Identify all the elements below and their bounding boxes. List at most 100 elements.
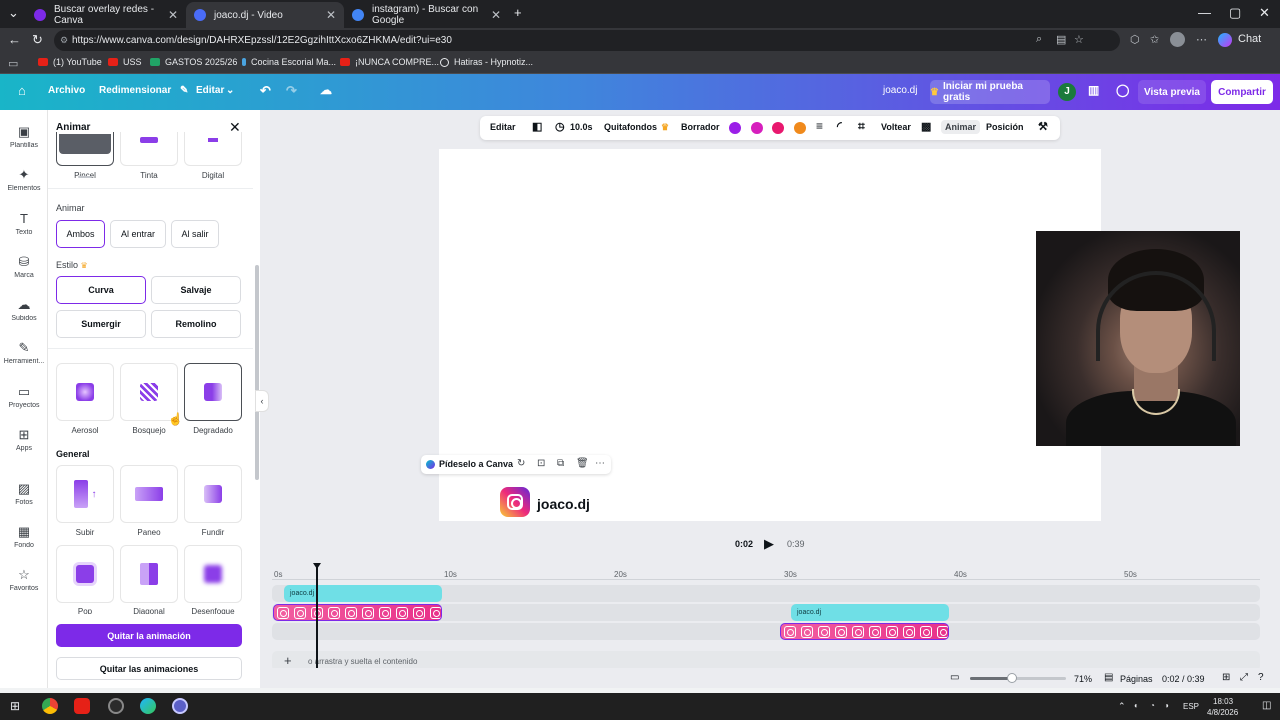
clock-time[interactable]: 18:03	[1213, 697, 1233, 706]
line-weight-icon[interactable]: ≡	[816, 119, 823, 133]
notifications-icon[interactable]: ◫	[1262, 700, 1271, 711]
play-icon[interactable]: ▶	[764, 536, 774, 552]
reload-icon[interactable]: ↻	[32, 32, 43, 48]
trash-icon[interactable]: 🗑	[576, 458, 589, 469]
text-clip-1[interactable]: joaco.dj	[284, 585, 442, 602]
anim-tile-subir[interactable]: ↑	[56, 465, 114, 523]
grid-view-icon[interactable]: ⊞	[1222, 672, 1230, 683]
archivo-menu[interactable]: Archivo	[48, 85, 85, 96]
crop-icon[interactable]: ⌗	[858, 119, 865, 134]
color-swatch-magenta[interactable]	[751, 122, 763, 134]
browser-tab-1[interactable]: Buscar overlay redes - Canva ✕	[26, 2, 186, 28]
more-menu-icon[interactable]: ⋯	[1196, 33, 1207, 46]
pages-button[interactable]: Páginas	[1120, 674, 1153, 684]
wifi-icon[interactable]: ◔	[1150, 701, 1155, 710]
animate-out-option[interactable]: Al salir	[171, 220, 219, 248]
rail-templates[interactable]: ▣ Plantillas	[0, 124, 48, 149]
chevron-down-icon[interactable]: ⌄	[226, 85, 234, 96]
anim-tile-tinta[interactable]	[120, 132, 178, 166]
back-arrow-icon[interactable]: ←	[8, 32, 21, 47]
remove-all-animations-button[interactable]: Quitar las animaciones	[56, 657, 242, 680]
style-remolino-option[interactable]: Remolino	[151, 310, 241, 338]
anim-tile-aerosol[interactable]	[56, 363, 114, 421]
anim-tile-pincel[interactable]	[56, 132, 114, 166]
maximize-icon[interactable]: ▢	[1229, 5, 1241, 21]
timeline-ruler[interactable]	[272, 566, 1260, 580]
refresh-icon[interactable]: ↻	[517, 458, 525, 469]
edge-icon[interactable]	[140, 698, 156, 714]
close-tab-icon[interactable]: ✕	[491, 8, 501, 22]
ask-canva-button[interactable]: Pídeselo a Canva	[439, 459, 513, 469]
zoom-lens-icon[interactable]: ⌕	[1036, 33, 1042, 46]
url-field[interactable]: ⚙ https://www.canva.com/design/DAHRXEpzs…	[54, 30, 1120, 51]
help-icon[interactable]: ?	[1258, 672, 1264, 683]
rail-apps[interactable]: ⊞ Apps	[0, 427, 48, 452]
style-sumergir-option[interactable]: Sumergir	[56, 310, 146, 338]
obs-icon[interactable]	[108, 698, 124, 714]
user-avatar[interactable]: J	[1058, 83, 1076, 101]
style-curva-option[interactable]: Curva	[56, 276, 146, 304]
insights-chart-icon[interactable]: ▥	[1088, 83, 1099, 97]
preview-button[interactable]: Vista previa	[1138, 80, 1206, 104]
language-indicator[interactable]: ESP	[1183, 702, 1199, 711]
rail-tools[interactable]: ✎ Herramient...	[0, 340, 48, 365]
favorites-icon[interactable]: ✩	[1150, 33, 1159, 46]
crop-panel-icon[interactable]: ◧	[532, 120, 542, 133]
bookmark-gastos[interactable]: GASTOS 2025/26	[150, 57, 237, 67]
rail-photos[interactable]: ▨ Fotos	[0, 481, 48, 506]
zoom-level[interactable]: 71%	[1074, 674, 1092, 684]
fullscreen-icon[interactable]: ⤢	[1240, 672, 1248, 683]
eraser-button[interactable]: Borrador	[681, 122, 720, 132]
anim-tile-paneo[interactable]	[120, 465, 178, 523]
rail-elements[interactable]: ✦ Elementos	[0, 167, 48, 192]
chat-label[interactable]: Chat	[1238, 33, 1261, 45]
bg-remover-button[interactable]: Quitafondos	[604, 122, 657, 132]
position-button[interactable]: Posición	[986, 122, 1024, 132]
corner-rounding-icon[interactable]: ◜	[837, 119, 842, 133]
instagram-logo-icon[interactable]	[500, 487, 530, 517]
youtube-app-icon[interactable]	[74, 698, 90, 714]
color-swatch-purple[interactable]	[729, 122, 741, 134]
instagram-handle-text[interactable]: joaco.dj	[537, 496, 590, 512]
copilot-icon[interactable]	[1218, 33, 1232, 47]
anim-tile-desenfoque[interactable]	[184, 545, 242, 603]
share-button[interactable]: Compartir	[1211, 80, 1273, 104]
comment-icon[interactable]: ◯	[1116, 83, 1129, 97]
style-salvaje-option[interactable]: Salvaje	[151, 276, 241, 304]
window-close-icon[interactable]: ✕	[1259, 5, 1270, 21]
bookmark-uss[interactable]: USS	[108, 57, 142, 67]
anim-tile-pop[interactable]	[56, 545, 114, 603]
anim-tile-degradado[interactable]	[184, 363, 242, 421]
tray-app-icon[interactable]: ◐	[1134, 701, 1139, 710]
animate-button[interactable]: Animar	[941, 120, 981, 134]
lock-icon[interactable]: ⊡	[537, 458, 545, 469]
chrome-icon[interactable]	[42, 698, 58, 714]
instagram-clip-1[interactable]	[273, 604, 442, 621]
tab-list-chevron-icon[interactable]: ⌄	[8, 5, 19, 21]
rail-background[interactable]: ▦ Fondo	[0, 524, 48, 549]
zoom-slider-knob[interactable]	[1007, 673, 1017, 683]
rail-text[interactable]: T Texto	[0, 211, 48, 236]
timeline-track-3[interactable]	[272, 623, 1260, 640]
text-clip-2[interactable]: joaco.dj	[791, 604, 949, 621]
minimize-icon[interactable]: —	[1198, 5, 1211, 20]
home-icon[interactable]: ⌂	[18, 83, 26, 98]
clock-date[interactable]: 4/8/2026	[1207, 708, 1238, 717]
close-tab-icon[interactable]: ✕	[168, 8, 178, 22]
undo-icon[interactable]: ↶	[260, 83, 271, 99]
playhead[interactable]	[316, 566, 318, 670]
instagram-clip-2[interactable]	[780, 623, 949, 640]
browser-tab-3[interactable]: instagram) - Buscar con Google ✕	[344, 2, 509, 28]
anim-tile-digital[interactable]	[184, 132, 242, 166]
add-plus-icon[interactable]: +	[284, 653, 292, 668]
rail-brand[interactable]: ⛁ Marca	[0, 254, 48, 279]
animate-both-option[interactable]: Ambos	[56, 220, 105, 248]
bookmark-cocina[interactable]: Cocina Escorial Ma...	[242, 57, 336, 67]
duration-button[interactable]: 10.0s	[570, 122, 593, 132]
design-title[interactable]: joaco.dj	[883, 85, 917, 96]
reader-icon[interactable]: ▤	[1056, 33, 1066, 46]
bookmark-youtube[interactable]: (1) YouTube	[38, 57, 102, 67]
extensions-icon[interactable]: ⬡	[1130, 33, 1140, 46]
notes-icon[interactable]: ▭	[950, 672, 959, 683]
tray-icon[interactable]: ◑	[1164, 701, 1169, 710]
